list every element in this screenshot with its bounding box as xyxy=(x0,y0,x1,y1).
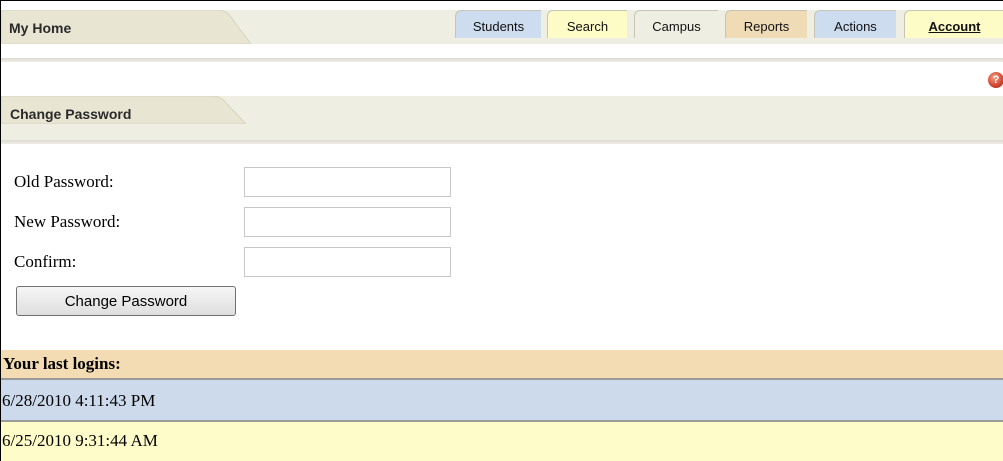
login-timestamp: 6/28/2010 4:11:43 PM xyxy=(2,391,156,410)
top-header: My Home Students Search Campus Reports A… xyxy=(1,1,1003,63)
change-password-section-header: Change Password xyxy=(1,96,1003,146)
confirm-password-input[interactable] xyxy=(244,247,451,277)
header-rule xyxy=(1,58,1003,62)
confirm-password-label: Confirm: xyxy=(14,252,77,271)
page-title: My Home xyxy=(9,20,72,36)
login-row: 6/28/2010 4:11:43 PM xyxy=(1,380,1003,422)
tab-campus[interactable]: Campus xyxy=(634,10,718,38)
section-rule xyxy=(1,140,1003,144)
tab-actions[interactable]: Actions xyxy=(814,10,896,38)
tab-account[interactable]: Account xyxy=(904,10,1003,38)
new-password-label: New Password: xyxy=(14,212,121,231)
tab-students[interactable]: Students xyxy=(455,10,541,38)
old-password-input[interactable] xyxy=(244,167,451,197)
last-logins-title: Your last logins: xyxy=(3,354,121,373)
help-icon[interactable]: ? xyxy=(988,72,1003,88)
tab-reports[interactable]: Reports xyxy=(725,10,807,38)
old-password-label: Old Password: xyxy=(14,172,114,191)
page-frame: My Home Students Search Campus Reports A… xyxy=(0,0,1003,461)
last-logins-header: Your last logins: xyxy=(1,350,1003,380)
section-title: Change Password xyxy=(10,106,132,122)
tab-search[interactable]: Search xyxy=(547,10,627,38)
login-row: 6/25/2010 9:31:44 AM xyxy=(1,422,1003,461)
change-password-button[interactable]: Change Password xyxy=(16,286,236,316)
new-password-input[interactable] xyxy=(244,207,451,237)
login-timestamp: 6/25/2010 9:31:44 AM xyxy=(2,431,158,450)
